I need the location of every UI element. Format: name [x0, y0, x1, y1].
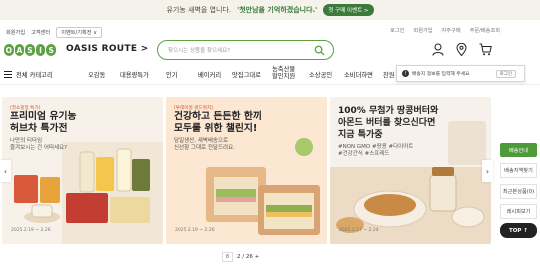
- nav-item-consumer-plus[interactable]: 소비더하면: [344, 70, 373, 79]
- nav-item-restaurant[interactable]: 맛집그대로: [232, 70, 261, 79]
- banner-title: 지금 특가중: [338, 130, 383, 140]
- promo-text: 유기농 새벽을 엽니다.: [166, 6, 232, 14]
- logo-letter: S: [46, 44, 56, 56]
- nav-item-bakery[interactable]: 베이커리: [198, 70, 221, 79]
- all-category-button[interactable]: 전체 카테고리: [4, 70, 53, 79]
- search-input[interactable]: 찾으시는 상품을 찾으세요?: [157, 40, 334, 60]
- util-orders[interactable]: 주문/배송조회: [470, 27, 500, 34]
- nav-item-popular[interactable]: 인기: [166, 70, 178, 79]
- banner-title: 모두를 위한 챌린지!: [174, 123, 258, 134]
- logo-letter: A: [14, 44, 25, 56]
- banner-title: 아몬드 버터를 찾으신다면: [338, 118, 436, 128]
- quick-recipes[interactable]: 레시피보기: [500, 204, 537, 219]
- header-icons: [432, 43, 492, 56]
- search-placeholder: 찾으시는 상품을 찾으세요?: [168, 48, 231, 54]
- tooltip-login-button[interactable]: 로그인: [495, 70, 516, 78]
- nav-item-agri-discount[interactable]: 농축산물 할인지원: [272, 66, 295, 80]
- promo-bar[interactable]: 유기농 새벽을 엽니다. '첫만남을 기억하겠습니다.' 첫 구매 이벤트 >: [0, 0, 540, 20]
- banner-peanut-butter[interactable]: 100% 무첨가 땅콩버터와 아몬드 버터를 찾으신다면 지금 특가중 #NON…: [330, 97, 491, 244]
- address-tooltip: ! 배송지 정보를 입력해 주세요 로그인: [396, 65, 525, 82]
- util-signup[interactable]: 회원가입: [413, 27, 432, 34]
- carousel-pager: 8 2 / 26 +: [222, 252, 259, 262]
- user-icon[interactable]: [432, 43, 444, 56]
- nav-item-ogamdong[interactable]: 오감동: [88, 70, 105, 79]
- carousel-next-button[interactable]: ›: [482, 160, 493, 182]
- banner-title: 100% 무첨가 땅콩버터와: [338, 106, 439, 116]
- utility-left: 회원가입 고객센터 이벤트/기획전 ∨: [6, 27, 103, 38]
- oasis-route-link[interactable]: OASIS ROUTE >: [66, 44, 149, 54]
- pager-pause-button[interactable]: 8: [222, 252, 233, 262]
- logo-letter: S: [25, 44, 35, 56]
- banner-sandwich[interactable]: [투데이딜 샌드위치] 건강하고 든든한 한끼 모두를 위한 챌린지! 담일생산…: [166, 97, 327, 244]
- banner-title: 허브차 특가전: [10, 123, 68, 134]
- chevron-right-icon: ›: [485, 166, 490, 176]
- banner-herbal-tea[interactable]: [첫쇼핑딜 특가] 프리미엄 유기농 허브차 특가전 나만의 티타임 즐겨보시는…: [2, 97, 163, 244]
- banner-title: 프리미엄 유기농: [10, 111, 77, 122]
- cart-icon[interactable]: [479, 43, 492, 56]
- promo-highlight: '첫만남을 기억하겠습니다.': [237, 6, 318, 14]
- util-frequent[interactable]: 자주구매: [442, 27, 461, 34]
- nav-item-bulk[interactable]: 대용량특가: [120, 70, 149, 79]
- nav-item-small-business[interactable]: 소상공인: [309, 70, 332, 79]
- quick-delivery-info[interactable]: 배송안내: [500, 143, 537, 157]
- nav-item-extra[interactable]: 찬원: [383, 70, 395, 79]
- banner-date: 2025.2.19 ~ 2.26: [11, 228, 51, 233]
- quick-recent-items[interactable]: 최근본상품(0): [500, 184, 537, 199]
- banner-hashtags: #건강간식 #스프레드: [338, 151, 390, 157]
- hamburger-icon: [4, 71, 12, 78]
- promo-button[interactable]: 첫 구매 이벤트 >: [323, 4, 374, 16]
- util-login[interactable]: 로그인: [390, 27, 404, 34]
- banner-subtitle: 즐겨보시는 건 어떠세요?: [10, 145, 68, 151]
- banner-subtitle: 신선함 그대로 전달드려요.: [174, 145, 235, 151]
- search-icon[interactable]: [314, 45, 325, 56]
- pager-count[interactable]: 2 / 26 +: [237, 254, 259, 260]
- banner-date: 2025.2.19 ~ 2.26: [175, 228, 215, 233]
- alert-icon: !: [402, 70, 409, 77]
- logo-letter: O: [4, 44, 14, 56]
- tooltip-text: 배송지 정보를 입력해 주세요: [412, 72, 470, 77]
- util-link-signup[interactable]: 회원가입: [6, 29, 25, 36]
- quick-delivery-area[interactable]: 배송지역찾기: [500, 163, 537, 178]
- utility-right: 로그인 회원가입 자주구매 주문/배송조회: [390, 27, 500, 34]
- scroll-top-button[interactable]: TOP ↑: [500, 223, 537, 238]
- banner-title: 건강하고 든든한 한끼: [174, 111, 262, 122]
- carousel-prev-button[interactable]: ‹: [0, 160, 11, 182]
- event-dropdown[interactable]: 이벤트/기획전 ∨: [56, 27, 103, 38]
- chevron-left-icon: ‹: [3, 166, 8, 176]
- all-category-label: 전체 카테고리: [16, 72, 53, 79]
- logo[interactable]: O A S I S: [4, 44, 56, 57]
- banner-hashtags: #NON GMO #땅콩 #다이어트: [338, 144, 414, 150]
- banner-date: 2025.2.17 ~ 2.24: [339, 228, 379, 233]
- logo-letter: I: [35, 44, 46, 56]
- util-link-cs[interactable]: 고객센터: [31, 29, 50, 36]
- banner-subtitle: 담일생산, 새벽배송으로: [174, 138, 229, 144]
- banner-subtitle: 나만의 티타임: [10, 138, 43, 144]
- location-pin-icon[interactable]: [456, 43, 467, 56]
